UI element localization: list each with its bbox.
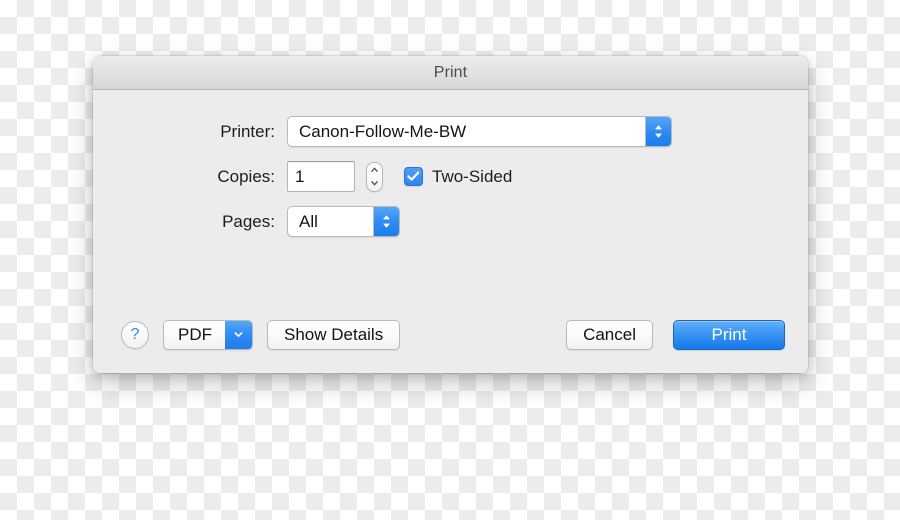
chevron-down-icon[interactable] [367,177,382,191]
cancel-button[interactable]: Cancel [566,320,653,350]
pages-label: Pages: [222,211,275,231]
copies-label: Copies: [217,166,275,186]
chevron-up-down-icon [373,207,399,236]
printer-select[interactable]: Canon-Follow-Me-BW [287,116,672,147]
copies-input[interactable] [287,161,355,192]
two-sided-checkbox[interactable]: Two-Sided [404,167,512,187]
print-button[interactable]: Print [673,320,785,350]
show-details-label: Show Details [284,325,384,344]
printer-selected-value: Canon-Follow-Me-BW [299,121,467,141]
dialog-body: Printer: Canon-Follow-Me-BW Copies: 1 Tw… [93,90,808,373]
button-bar-right-group: Cancel Print [566,320,785,350]
chevron-up-down-icon [645,117,671,146]
dialog-button-bar: ? PDF Show Details Cancel Print [93,319,808,351]
dialog-titlebar: Print [93,56,808,90]
pages-select[interactable]: All [287,206,400,237]
printer-row: Printer: Canon-Follow-Me-BW [93,116,808,147]
copies-row: Copies: 1 Two-Sided [93,161,808,192]
pdf-button-label: PDF [164,321,225,349]
pages-row: Pages: All [93,206,808,237]
checkmark-icon [404,167,423,186]
pages-selected-value: All [299,211,318,231]
pdf-button[interactable]: PDF [163,320,253,350]
help-button[interactable]: ? [121,321,149,349]
chevron-down-icon[interactable] [225,321,252,349]
show-details-button[interactable]: Show Details [267,320,401,350]
question-mark-icon: ? [130,326,140,343]
two-sided-label: Two-Sided [432,166,513,186]
dialog-title: Print [433,63,468,81]
printer-label: Printer: [220,121,275,141]
print-label: Print [711,325,747,344]
print-dialog-window: Print Printer: Canon-Follow-Me-BW Copies… [93,56,808,373]
chevron-up-icon[interactable] [367,163,382,177]
button-bar-left-group: ? PDF Show Details [121,320,401,350]
cancel-label: Cancel [583,325,636,344]
copies-stepper[interactable] [366,161,383,192]
print-settings-form: Printer: Canon-Follow-Me-BW Copies: 1 Tw… [93,90,808,237]
